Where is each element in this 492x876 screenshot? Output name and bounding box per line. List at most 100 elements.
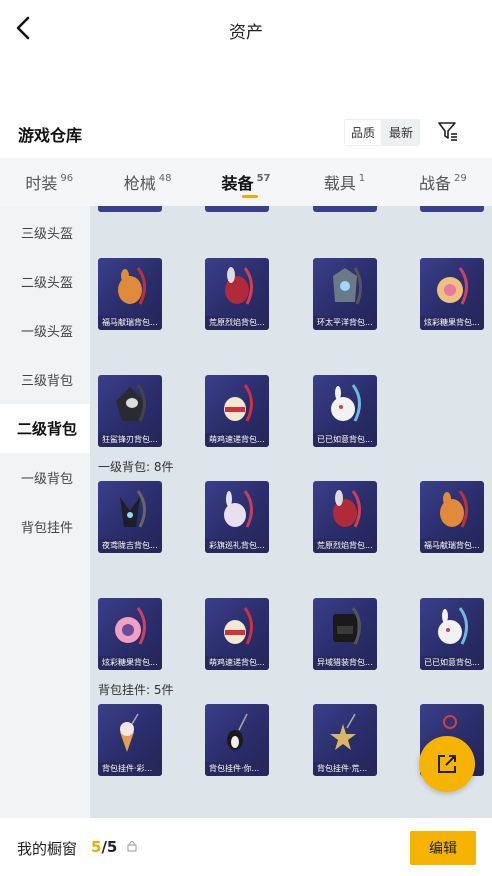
group-title-backpack-lv1: 一级背包: 8件 bbox=[98, 460, 174, 474]
item-name: 异域猎装背包... bbox=[313, 656, 377, 670]
item-card[interactable]: 福马献瑞背包... bbox=[98, 258, 162, 330]
tab-label: 时装 bbox=[25, 174, 58, 193]
item-card[interactable]: 荒原烈焰背包... bbox=[313, 481, 377, 553]
tab-count: 57 bbox=[256, 172, 271, 184]
item-name: 福马献瑞背包... bbox=[98, 316, 162, 330]
tab-vehicles[interactable]: 载具 1 bbox=[295, 158, 393, 206]
item-name: 已已如意背包... bbox=[420, 656, 484, 670]
item-name: 炫彩糖果背包... bbox=[98, 656, 162, 670]
item-card[interactable]: 萌鸡速递背包... bbox=[205, 375, 269, 447]
item-name: 荒原烈焰背包... bbox=[205, 316, 269, 330]
sort-newest[interactable]: 最新 bbox=[382, 119, 421, 146]
item-name: 萌鸡速递背包... bbox=[205, 656, 269, 670]
backpack-icon bbox=[333, 607, 361, 645]
item-card[interactable]: 已已如意背包... bbox=[313, 375, 377, 447]
item-card[interactable]: 彩旗巡礼背包... bbox=[205, 481, 269, 553]
item-card[interactable]: 狂鲨锋刃背包... bbox=[98, 375, 162, 447]
bottom-bar: 我的橱窗 5/5 编辑 bbox=[0, 818, 492, 876]
backpack-icon bbox=[116, 384, 146, 422]
item-card-partial[interactable] bbox=[98, 206, 162, 212]
item-card[interactable]: 福马献瑞背包... bbox=[420, 481, 484, 553]
sidebar-item-backpack-lv3[interactable]: 三级背包 bbox=[0, 355, 90, 404]
item-card[interactable]: 环太平洋背包... bbox=[313, 258, 377, 330]
item-grid: 福马献瑞背包... 荒原烈焰背包... 环太平洋背包... 炫彩糖果背包... … bbox=[90, 206, 492, 818]
assets-page: 资产 游戏仓库 品质 最新 时装 96 枪械 48 装备 57 载具 1 战备 29 三级… bbox=[0, 0, 492, 876]
tab-label: 战备 bbox=[418, 174, 451, 193]
item-card[interactable]: 背包挂件·荒... bbox=[313, 704, 377, 776]
external-link-icon bbox=[438, 755, 456, 773]
tab-fashion[interactable]: 时装 96 bbox=[0, 158, 98, 206]
backpack-icon bbox=[437, 267, 468, 305]
backpack-icon bbox=[120, 490, 146, 528]
backpack-icon bbox=[225, 267, 253, 305]
warehouse-title: 游戏仓库 bbox=[18, 126, 83, 145]
tab-equipment[interactable]: 装备 57 bbox=[197, 158, 295, 206]
item-name: 环太平洋背包... bbox=[313, 316, 377, 330]
backpack-icon bbox=[333, 267, 362, 305]
charm-icon bbox=[120, 713, 139, 752]
item-card[interactable]: 背包挂件·彩... bbox=[98, 704, 162, 776]
backpack-icon bbox=[331, 384, 361, 422]
edit-button[interactable]: 编辑 bbox=[410, 831, 476, 865]
item-name: 福马献瑞背包... bbox=[420, 539, 484, 553]
item-name: 背包挂件·你... bbox=[205, 762, 269, 776]
item-card[interactable]: 炫彩糖果背包... bbox=[420, 258, 484, 330]
tab-count: 1 bbox=[358, 172, 366, 184]
item-name: 萌鸡速递背包... bbox=[205, 433, 269, 447]
sidebar-item-helmet-lv1[interactable]: 一级头盔 bbox=[0, 306, 90, 355]
sidebar-item-helmet-lv3[interactable]: 三级头盔 bbox=[0, 208, 90, 257]
showcase-current: 5 bbox=[91, 838, 102, 856]
item-card[interactable]: 已已如意背包... bbox=[420, 598, 484, 670]
lock-icon bbox=[127, 841, 137, 852]
sidebar-item-backpack-lv2[interactable]: 二级背包 bbox=[0, 404, 90, 453]
share-button[interactable] bbox=[419, 736, 475, 792]
sidebar: 三级头盔 二级头盔 一级头盔 三级背包 二级背包 一级背包 背包挂件 bbox=[0, 206, 90, 818]
tab-label: 装备 bbox=[221, 174, 254, 193]
item-name: 荒原烈焰背包... bbox=[313, 539, 377, 553]
item-card[interactable]: 荒原烈焰背包... bbox=[205, 258, 269, 330]
item-card[interactable]: 异域猎装背包... bbox=[313, 598, 377, 670]
item-card[interactable]: 背包挂件·你... bbox=[205, 704, 269, 776]
showcase-label: 我的橱窗 bbox=[17, 840, 78, 858]
backpack-icon bbox=[440, 490, 468, 528]
charm-icon bbox=[330, 713, 356, 750]
item-card[interactable]: 萌鸡速递背包... bbox=[205, 598, 269, 670]
sidebar-item-backpack-charm[interactable]: 背包挂件 bbox=[0, 502, 90, 551]
sidebar-item-helmet-lv2[interactable]: 二级头盔 bbox=[0, 257, 90, 306]
item-name: 已已如意背包... bbox=[313, 433, 377, 447]
category-tabs: 时装 96 枪械 48 装备 57 载具 1 战备 29 bbox=[0, 158, 492, 206]
backpack-icon bbox=[224, 384, 253, 422]
item-card-partial[interactable] bbox=[313, 206, 377, 212]
tab-count: 96 bbox=[60, 172, 74, 184]
sidebar-item-backpack-lv1[interactable]: 一级背包 bbox=[0, 453, 90, 502]
tab-count: 29 bbox=[453, 172, 467, 184]
sort-quality[interactable]: 品质 bbox=[344, 119, 383, 146]
backpack-icon bbox=[438, 607, 468, 645]
page-title: 资产 bbox=[229, 23, 263, 43]
backpack-icon bbox=[333, 490, 361, 528]
charm-icon bbox=[227, 713, 248, 750]
item-card-partial[interactable] bbox=[205, 206, 269, 212]
showcase-count: 5/5 bbox=[91, 838, 117, 856]
item-name: 彩旗巡礼背包... bbox=[205, 539, 269, 553]
item-name: 背包挂件·彩... bbox=[98, 762, 162, 776]
backpack-icon bbox=[118, 267, 146, 305]
item-name: 狂鲨锋刃背包... bbox=[98, 433, 162, 447]
item-name: 背包挂件·荒... bbox=[313, 762, 377, 776]
backpack-icon bbox=[224, 490, 253, 528]
tab-count: 48 bbox=[158, 172, 172, 184]
item-card[interactable]: 炫彩糖果背包... bbox=[98, 598, 162, 670]
tab-guns[interactable]: 枪械 48 bbox=[98, 158, 196, 206]
item-card[interactable]: 夜鸢陇吉背包... bbox=[98, 481, 162, 553]
tab-label: 枪械 bbox=[123, 174, 156, 193]
group-title-backpack-charm: 背包挂件: 5件 bbox=[98, 683, 174, 697]
tab-supplies[interactable]: 战备 29 bbox=[394, 158, 492, 206]
sort-toggle: 品质 最新 bbox=[344, 119, 421, 146]
filter-icon[interactable] bbox=[437, 120, 459, 142]
showcase-total: /5 bbox=[101, 838, 118, 856]
backpack-icon bbox=[224, 607, 253, 645]
item-card-partial[interactable] bbox=[420, 206, 484, 212]
top-bar: 资产 bbox=[0, 0, 492, 60]
tab-label: 载具 bbox=[323, 174, 356, 193]
item-name: 夜鸢陇吉背包... bbox=[98, 539, 162, 553]
